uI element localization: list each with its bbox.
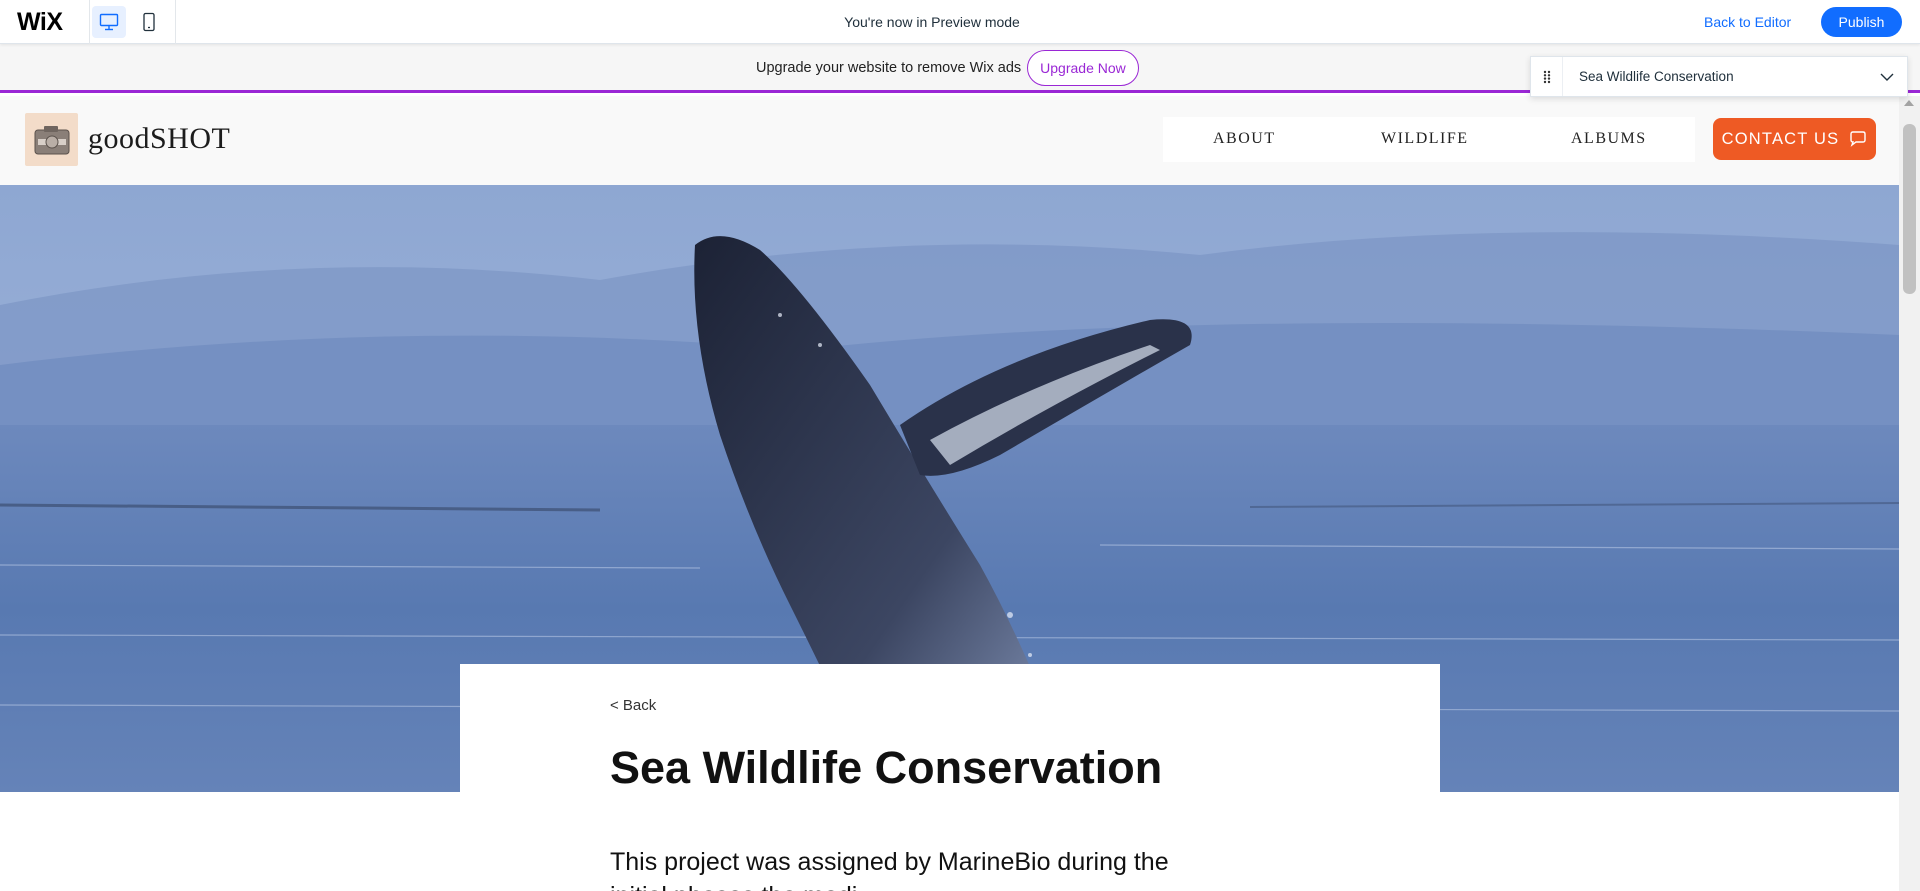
upgrade-now-button[interactable]: Upgrade Now bbox=[1027, 50, 1139, 86]
selected-page-label: Sea Wildlife Conservation bbox=[1579, 69, 1734, 84]
post-body-text: This project was assigned by MarineBio d… bbox=[610, 848, 1169, 876]
nav-item-wildlife[interactable]: WILDLIFE bbox=[1381, 130, 1469, 148]
site-logo-image[interactable] bbox=[25, 113, 78, 166]
back-link[interactable]: < Back bbox=[610, 697, 656, 714]
nav-item-albums[interactable]: ALBUMS bbox=[1571, 130, 1647, 148]
wix-preview-toolbar: WiX You're now in Preview mode Back to E… bbox=[0, 0, 1920, 44]
chevron-down-icon bbox=[1867, 73, 1907, 81]
post-title: Sea Wildlife Conservation bbox=[610, 742, 1163, 793]
scrollbar-thumb[interactable] bbox=[1903, 124, 1916, 294]
back-to-editor-link[interactable]: Back to Editor bbox=[1704, 14, 1791, 30]
contact-us-label: CONTACT US bbox=[1721, 129, 1840, 148]
scroll-up-icon[interactable] bbox=[1904, 100, 1914, 106]
page-scrollbar[interactable] bbox=[1899, 96, 1920, 891]
chat-bubble-icon bbox=[1850, 131, 1867, 147]
nav-item-about[interactable]: ABOUT bbox=[1213, 130, 1276, 148]
upgrade-content: Upgrade your website to remove Wix ads U… bbox=[756, 50, 1139, 86]
site-navigation: ABOUT WILDLIFE ALBUMS bbox=[1163, 117, 1695, 162]
site-header: goodSHOT ABOUT WILDLIFE ALBUMS CONTACT U… bbox=[0, 96, 1899, 185]
publish-button[interactable]: Publish bbox=[1821, 7, 1902, 37]
contact-us-button[interactable]: CONTACT US bbox=[1713, 118, 1876, 160]
preview-mode-message: You're now in Preview mode bbox=[844, 14, 1020, 30]
page-selector-dropdown[interactable]: Sea Wildlife Conservation bbox=[1530, 56, 1908, 97]
post-body-text-continued: initial phases the medi bbox=[610, 879, 857, 891]
camera-logo-icon bbox=[34, 125, 69, 154]
site-logo-text[interactable]: goodSHOT bbox=[88, 122, 230, 156]
upgrade-message: Upgrade your website to remove Wix ads bbox=[756, 60, 1022, 76]
drag-handle-icon[interactable] bbox=[1531, 57, 1563, 96]
